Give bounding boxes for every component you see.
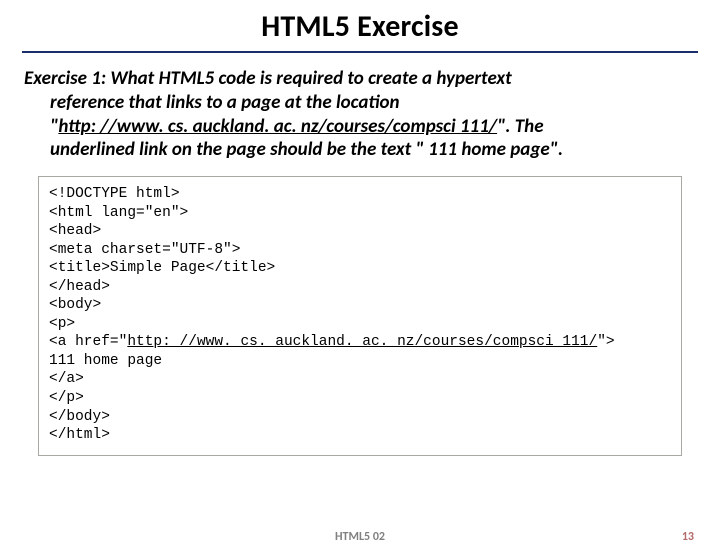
code-line: <body>: [49, 296, 671, 315]
code-line: </html>: [49, 426, 671, 445]
slide-title: HTML5 Exercise: [22, 8, 698, 53]
prompt-line-2: reference that links to a page at the lo…: [50, 91, 400, 114]
code-line: </body>: [49, 408, 671, 427]
code-fragment: ">: [597, 334, 614, 350]
prompt-line-4: underlined link on the page should be th…: [50, 138, 563, 161]
code-line: <a href="http: //www. cs. auckland. ac. …: [49, 333, 671, 352]
code-url: http: //www. cs. auckland. ac. nz/course…: [127, 334, 597, 350]
code-line: 111 home page: [49, 352, 671, 371]
code-line: <p>: [49, 315, 671, 334]
prompt-line-1: Exercise 1: What HTML5 code is required …: [24, 67, 512, 90]
slide: HTML5 Exercise Exercise 1: What HTML5 co…: [0, 0, 720, 540]
code-line: </p>: [49, 389, 671, 408]
code-line: <meta charset="UTF-8">: [49, 241, 671, 260]
code-line: </head>: [49, 278, 671, 297]
code-block: <!DOCTYPE html> <html lang="en"> <head> …: [38, 176, 682, 456]
page-number: 13: [682, 530, 694, 544]
footer-label: HTML5 02: [335, 530, 385, 544]
code-line: </a>: [49, 370, 671, 389]
code-fragment: <a href=": [49, 334, 127, 350]
exercise-prompt: Exercise 1: What HTML5 code is required …: [22, 67, 698, 162]
code-line: <html lang="en">: [49, 204, 671, 223]
code-line: <head>: [49, 222, 671, 241]
code-line: <title>Simple Page</title>: [49, 259, 671, 278]
code-line: <!DOCTYPE html>: [49, 185, 671, 204]
prompt-url: http: //www. cs. auckland. ac. nz/course…: [58, 115, 497, 138]
prompt-line-3-post: ". The: [497, 115, 543, 138]
